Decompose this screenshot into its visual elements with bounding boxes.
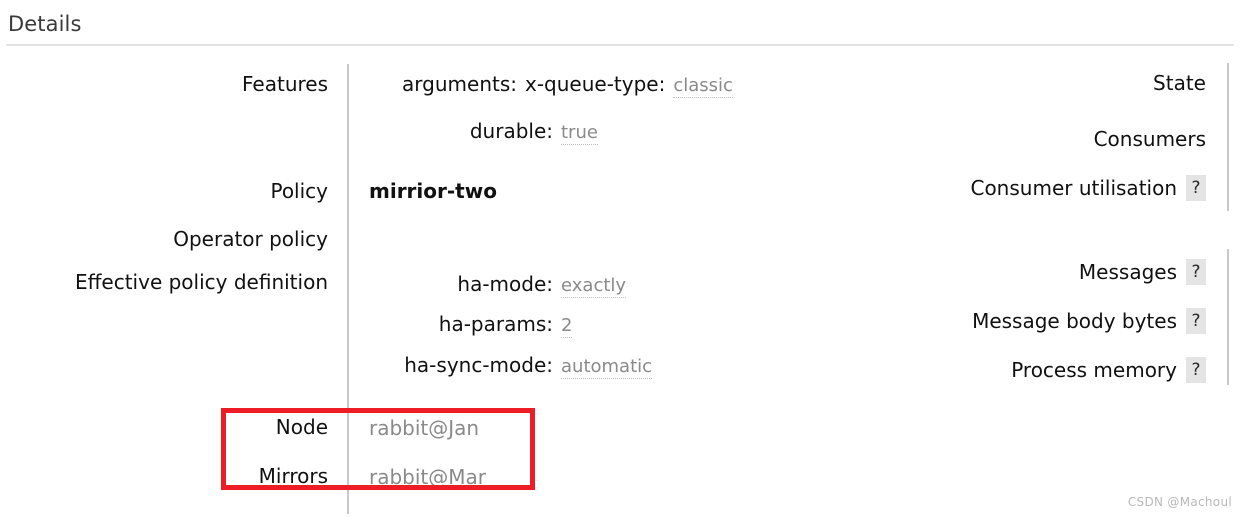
stat-row-consumers: Consumers xyxy=(1094,129,1206,149)
policy-value[interactable]: mirrior-two xyxy=(369,181,497,201)
effective-policy-ha-mode-value: exactly xyxy=(561,275,627,298)
stat-row-process-memory: Process memory ? xyxy=(1011,357,1206,383)
column-divider-left xyxy=(347,64,349,514)
page-title: Details xyxy=(8,12,82,36)
stat-label-messages: Messages xyxy=(1078,260,1177,284)
label-effective-policy-definition: Effective policy definition xyxy=(75,270,328,294)
stat-label-consumers: Consumers xyxy=(1093,127,1206,151)
label-operator-policy: Operator policy xyxy=(173,227,328,251)
effective-policy-ha-sync-mode-key: ha-sync-mode: xyxy=(404,353,553,377)
effective-policy-ha-params-value: 2 xyxy=(561,315,573,338)
feature-arguments-row: arguments: x-queue-type: classic xyxy=(369,74,733,98)
stat-label-process-memory: Process memory xyxy=(1011,358,1177,382)
watermark: CSDN @Machoul xyxy=(1127,495,1232,509)
node-value: rabbit@Jan xyxy=(369,416,480,440)
stat-label-consumer-utilisation: Consumer utilisation xyxy=(970,176,1177,200)
stat-label-message-body-bytes: Message body bytes xyxy=(972,309,1177,333)
effective-policy-ha-params-row: ha-params: 2 xyxy=(369,312,573,338)
effective-policy-ha-sync-mode-value: automatic xyxy=(561,356,653,379)
label-policy: Policy xyxy=(270,179,328,203)
help-icon-process-memory[interactable]: ? xyxy=(1186,357,1206,383)
feature-arguments-subvalue: classic xyxy=(673,75,733,98)
effective-policy-ha-mode-row: ha-mode: exactly xyxy=(369,272,627,298)
help-icon-messages[interactable]: ? xyxy=(1186,259,1206,285)
feature-durable-row: durable: true xyxy=(369,121,598,145)
feature-arguments-subkey: x-queue-type: xyxy=(525,72,666,96)
stat-row-state: State xyxy=(1153,73,1206,93)
stat-row-messages: Messages ? xyxy=(1079,259,1206,285)
details-header: Details xyxy=(0,0,1240,46)
effective-policy-ha-sync-mode-row: ha-sync-mode: automatic xyxy=(369,353,653,379)
feature-arguments-key: arguments: xyxy=(402,72,517,96)
label-mirrors: Mirrors xyxy=(258,464,328,488)
stat-row-message-body-bytes: Message body bytes ? xyxy=(972,308,1206,334)
label-features: Features xyxy=(242,72,328,96)
effective-policy-ha-params-key: ha-params: xyxy=(438,312,553,336)
mirrors-value: rabbit@Mar xyxy=(369,465,487,489)
header-divider xyxy=(6,44,1234,46)
effective-policy-ha-mode-key: ha-mode: xyxy=(457,272,553,296)
help-icon-message-body-bytes[interactable]: ? xyxy=(1186,308,1206,334)
stat-label-state: State xyxy=(1153,71,1206,95)
column-divider-right-bottom xyxy=(1227,249,1229,385)
help-icon-consumer-utilisation[interactable]: ? xyxy=(1186,175,1206,201)
label-node: Node xyxy=(275,415,328,439)
stat-row-consumer-utilisation: Consumer utilisation ? xyxy=(970,175,1206,201)
feature-durable-key: durable: xyxy=(469,119,553,143)
column-divider-right-top xyxy=(1227,63,1229,211)
feature-durable-value: true xyxy=(561,122,598,145)
